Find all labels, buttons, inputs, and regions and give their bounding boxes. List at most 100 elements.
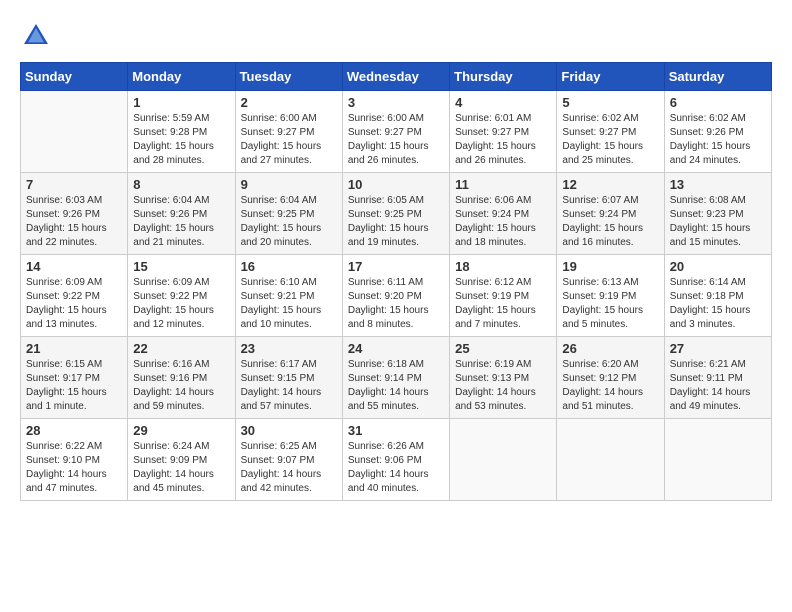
calendar-cell: 23Sunrise: 6:17 AM Sunset: 9:15 PM Dayli… (235, 337, 342, 419)
day-info: Sunrise: 6:26 AM Sunset: 9:06 PM Dayligh… (348, 440, 444, 496)
day-info: Sunrise: 6:02 AM Sunset: 9:26 PM Dayligh… (670, 112, 766, 168)
calendar-table: SundayMondayTuesdayWednesdayThursdayFrid… (20, 62, 772, 501)
calendar-cell (21, 91, 128, 173)
calendar-cell: 29Sunrise: 6:24 AM Sunset: 9:09 PM Dayli… (128, 419, 235, 501)
calendar-cell: 19 Sunrise: 6:13 AM Sunset: 9:19 PM Dayli… (557, 255, 664, 337)
day-number: 21 (26, 341, 122, 356)
day-number: 6 (670, 95, 766, 110)
header-monday: Monday (128, 63, 235, 91)
calendar-cell: 18 Sunrise: 6:12 AM Sunset: 9:19 PM Dayli… (450, 255, 557, 337)
calendar-cell: 24 Sunrise: 6:18 AM Sunset: 9:14 PM Dayli… (342, 337, 449, 419)
calendar-week-row: 14 Sunrise: 6:09 AM Sunset: 9:22 PM Dayli… (21, 255, 772, 337)
day-info: Sunrise: 6:06 AM Sunset: 9:24 PM Dayligh… (455, 194, 551, 250)
day-info: Sunrise: 6:16 AM Sunset: 9:16 PM Dayligh… (133, 358, 229, 414)
calendar-cell (664, 419, 771, 501)
calendar-cell: 5Sunrise: 6:02 AM Sunset: 9:27 PM Daylig… (557, 91, 664, 173)
calendar-cell (450, 419, 557, 501)
day-number: 17 (348, 259, 444, 274)
calendar-week-row: 28Sunrise: 6:22 AM Sunset: 9:10 PM Dayli… (21, 419, 772, 501)
calendar-cell: 30 Sunrise: 6:25 AM Sunset: 9:07 PM Dayli… (235, 419, 342, 501)
logo (20, 20, 56, 52)
day-info: Sunrise: 6:17 AM Sunset: 9:15 PM Dayligh… (241, 358, 337, 414)
day-info: Sunrise: 6:13 AM Sunset: 9:19 PM Dayligh… (562, 276, 658, 332)
calendar-cell: 27 Sunrise: 6:21 AM Sunset: 9:11 PM Dayli… (664, 337, 771, 419)
day-info: Sunrise: 6:25 AM Sunset: 9:07 PM Dayligh… (241, 440, 337, 496)
day-info: Sunrise: 6:04 AM Sunset: 9:25 PM Dayligh… (241, 194, 337, 250)
day-info: Sunrise: 6:01 AM Sunset: 9:27 PM Dayligh… (455, 112, 551, 168)
calendar-cell: 16 Sunrise: 6:10 AM Sunset: 9:21 PM Dayli… (235, 255, 342, 337)
calendar-cell (557, 419, 664, 501)
header-wednesday: Wednesday (342, 63, 449, 91)
header-tuesday: Tuesday (235, 63, 342, 91)
calendar-cell: 15 Sunrise: 6:09 AM Sunset: 9:22 PM Dayli… (128, 255, 235, 337)
day-number: 18 (455, 259, 551, 274)
calendar-cell: 25 Sunrise: 6:19 AM Sunset: 9:13 PM Dayli… (450, 337, 557, 419)
day-number: 24 (348, 341, 444, 356)
day-info: Sunrise: 6:09 AM Sunset: 9:22 PM Dayligh… (133, 276, 229, 332)
header-saturday: Saturday (664, 63, 771, 91)
calendar-cell: 12Sunrise: 6:07 AM Sunset: 9:24 PM Dayli… (557, 173, 664, 255)
day-info: Sunrise: 6:14 AM Sunset: 9:18 PM Dayligh… (670, 276, 766, 332)
calendar-cell: 21 Sunrise: 6:15 AM Sunset: 9:17 PM Dayli… (21, 337, 128, 419)
page-header (20, 20, 772, 52)
day-number: 7 (26, 177, 122, 192)
calendar-week-row: 21 Sunrise: 6:15 AM Sunset: 9:17 PM Dayli… (21, 337, 772, 419)
day-number: 16 (241, 259, 337, 274)
calendar-cell: 11 Sunrise: 6:06 AM Sunset: 9:24 PM Dayli… (450, 173, 557, 255)
header-friday: Friday (557, 63, 664, 91)
day-number: 4 (455, 95, 551, 110)
calendar-cell: 8Sunrise: 6:04 AM Sunset: 9:26 PM Daylig… (128, 173, 235, 255)
calendar-week-row: 7Sunrise: 6:03 AM Sunset: 9:26 PM Daylig… (21, 173, 772, 255)
day-number: 28 (26, 423, 122, 438)
day-info: Sunrise: 6:15 AM Sunset: 9:17 PM Dayligh… (26, 358, 122, 414)
day-number: 8 (133, 177, 229, 192)
calendar-cell: 26 Sunrise: 6:20 AM Sunset: 9:12 PM Dayli… (557, 337, 664, 419)
day-number: 30 (241, 423, 337, 438)
day-info: Sunrise: 6:00 AM Sunset: 9:27 PM Dayligh… (241, 112, 337, 168)
day-info: Sunrise: 6:11 AM Sunset: 9:20 PM Dayligh… (348, 276, 444, 332)
day-number: 25 (455, 341, 551, 356)
day-info: Sunrise: 6:20 AM Sunset: 9:12 PM Dayligh… (562, 358, 658, 414)
calendar-cell: 31 Sunrise: 6:26 AM Sunset: 9:06 PM Dayli… (342, 419, 449, 501)
calendar-cell: 6 Sunrise: 6:02 AM Sunset: 9:26 PM Daylig… (664, 91, 771, 173)
calendar-cell: 7Sunrise: 6:03 AM Sunset: 9:26 PM Daylig… (21, 173, 128, 255)
calendar-cell: 2Sunrise: 6:00 AM Sunset: 9:27 PM Daylig… (235, 91, 342, 173)
day-info: Sunrise: 6:21 AM Sunset: 9:11 PM Dayligh… (670, 358, 766, 414)
day-number: 10 (348, 177, 444, 192)
day-number: 15 (133, 259, 229, 274)
calendar-cell: 9 Sunrise: 6:04 AM Sunset: 9:25 PM Daylig… (235, 173, 342, 255)
logo-icon (20, 20, 52, 52)
day-info: Sunrise: 6:19 AM Sunset: 9:13 PM Dayligh… (455, 358, 551, 414)
calendar-cell: 1 Sunrise: 5:59 AM Sunset: 9:28 PM Daylig… (128, 91, 235, 173)
day-number: 9 (241, 177, 337, 192)
day-info: Sunrise: 6:05 AM Sunset: 9:25 PM Dayligh… (348, 194, 444, 250)
day-number: 26 (562, 341, 658, 356)
day-info: Sunrise: 6:24 AM Sunset: 9:09 PM Dayligh… (133, 440, 229, 496)
day-info: Sunrise: 6:18 AM Sunset: 9:14 PM Dayligh… (348, 358, 444, 414)
day-number: 22 (133, 341, 229, 356)
day-number: 1 (133, 95, 229, 110)
calendar-cell: 13 Sunrise: 6:08 AM Sunset: 9:23 PM Dayli… (664, 173, 771, 255)
day-info: Sunrise: 6:00 AM Sunset: 9:27 PM Dayligh… (348, 112, 444, 168)
calendar-cell: 28Sunrise: 6:22 AM Sunset: 9:10 PM Dayli… (21, 419, 128, 501)
day-number: 14 (26, 259, 122, 274)
day-number: 31 (348, 423, 444, 438)
day-info: Sunrise: 6:08 AM Sunset: 9:23 PM Dayligh… (670, 194, 766, 250)
day-info: Sunrise: 6:10 AM Sunset: 9:21 PM Dayligh… (241, 276, 337, 332)
calendar-header-row: SundayMondayTuesdayWednesdayThursdayFrid… (21, 63, 772, 91)
day-number: 19 (562, 259, 658, 274)
day-info: Sunrise: 6:09 AM Sunset: 9:22 PM Dayligh… (26, 276, 122, 332)
day-info: Sunrise: 6:12 AM Sunset: 9:19 PM Dayligh… (455, 276, 551, 332)
day-info: Sunrise: 5:59 AM Sunset: 9:28 PM Dayligh… (133, 112, 229, 168)
header-thursday: Thursday (450, 63, 557, 91)
calendar-cell: 17 Sunrise: 6:11 AM Sunset: 9:20 PM Dayli… (342, 255, 449, 337)
calendar-week-row: 1 Sunrise: 5:59 AM Sunset: 9:28 PM Daylig… (21, 91, 772, 173)
day-number: 13 (670, 177, 766, 192)
header-sunday: Sunday (21, 63, 128, 91)
day-number: 5 (562, 95, 658, 110)
day-number: 11 (455, 177, 551, 192)
calendar-cell: 4 Sunrise: 6:01 AM Sunset: 9:27 PM Daylig… (450, 91, 557, 173)
calendar-cell: 14 Sunrise: 6:09 AM Sunset: 9:22 PM Dayli… (21, 255, 128, 337)
day-number: 27 (670, 341, 766, 356)
day-info: Sunrise: 6:07 AM Sunset: 9:24 PM Dayligh… (562, 194, 658, 250)
